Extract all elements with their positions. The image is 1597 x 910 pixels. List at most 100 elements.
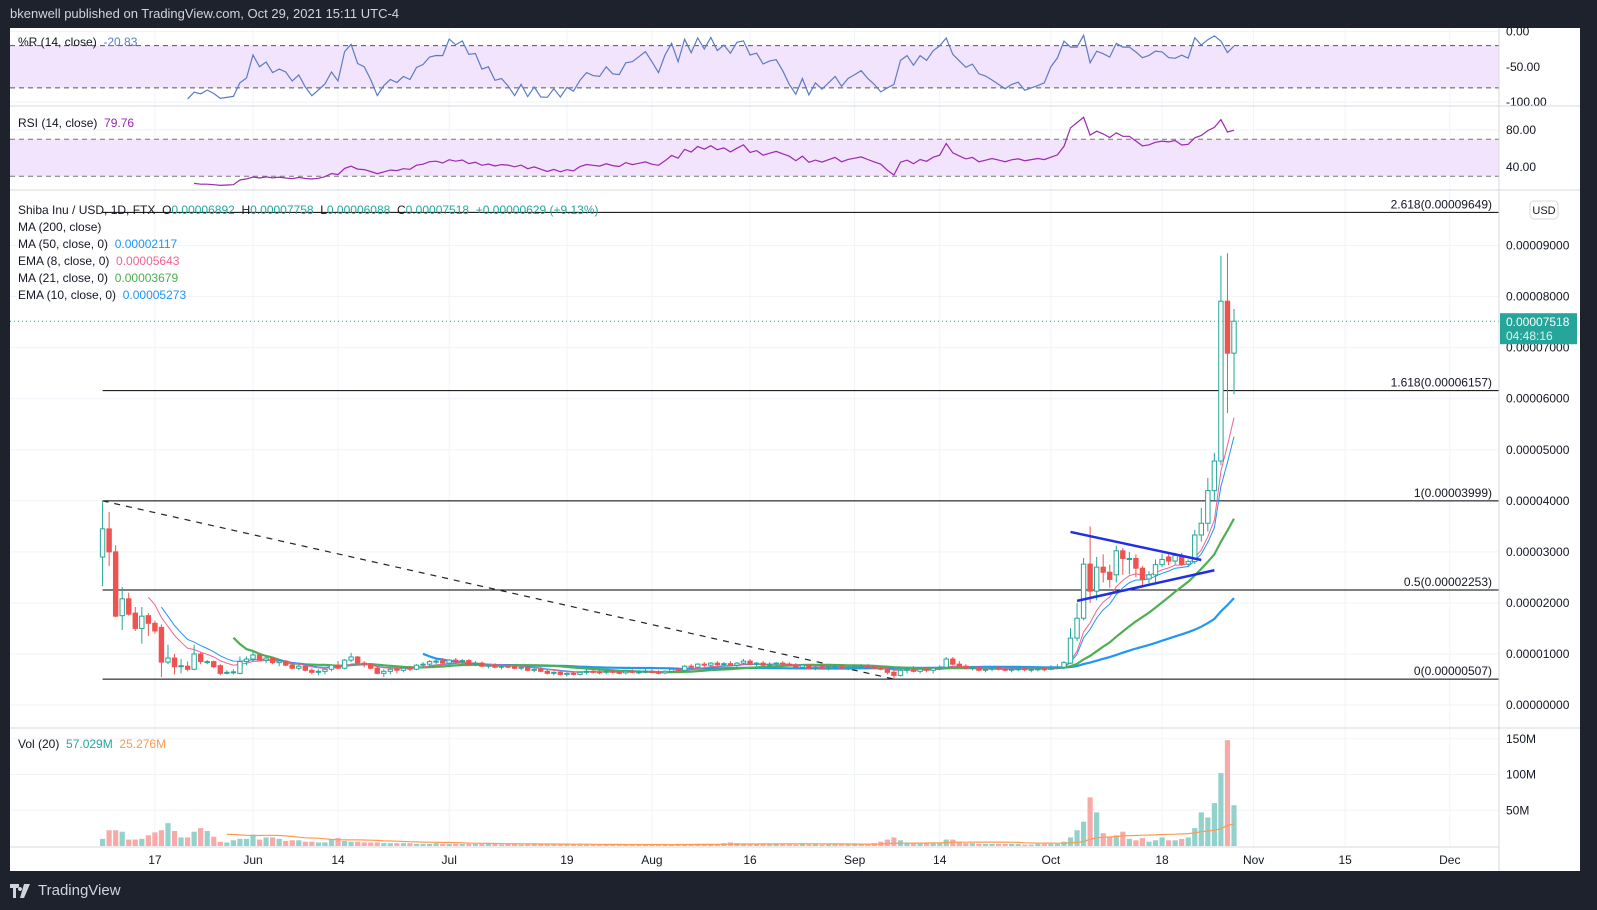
candle-body [629,670,636,673]
volume-bar [1107,837,1113,846]
candle-body [302,665,309,671]
volume-bar [1015,843,1021,846]
candle-body [1028,668,1034,671]
wr-legend[interactable]: %R (14, close) -20.83 [18,35,137,49]
time-tick-label: 14 [331,853,345,867]
chart-canvas[interactable]: 2.618(0.00009649) 1.618(0.00006157) 1(0.00… [0,0,1597,910]
candle-body [518,666,524,669]
candle-body [1067,637,1074,664]
volume-legend[interactable]: Vol (20) 57.029M 25.276M [18,737,166,751]
bar-countdown: 04:48:16 [1506,329,1553,343]
candle [217,664,224,676]
symbol-legend[interactable]: Shiba Inu / USD, 1D, FTX O0.00006892 H0.… [18,203,599,217]
candle-body [786,663,792,666]
volume-bar [296,840,302,846]
volume-bar [171,830,178,846]
ma21-legend[interactable]: MA (21, close, 0) 0.00003679 [18,271,178,285]
candle-body [995,667,1002,670]
time-tick-label: Jun [243,853,262,867]
fib-level-label: 1.618(0.00006157) [1391,376,1492,390]
candle-body [642,670,649,673]
fib-level-label: 0.5(0.00002253) [1404,575,1492,589]
candle-body [551,671,557,674]
volume-bar [1002,843,1008,846]
candle-body [413,664,420,670]
symbol-name: Shiba Inu / USD, 1D, FTX [18,203,156,217]
tradingview-logo[interactable]: TradingView [10,882,121,899]
volume-bar [250,834,256,846]
volume-bar [361,842,367,846]
candle-body [119,598,125,617]
candle-body [1015,668,1021,671]
volume-bar [557,844,563,846]
volume-bar [793,844,799,846]
candle-body [695,663,701,668]
volume-bar [884,839,890,846]
ma200-legend[interactable]: MA (200, close) [18,220,101,234]
candle-body [472,662,479,665]
candle-body [819,666,825,669]
time-tick-label: 17 [148,853,162,867]
volume-bar [1185,837,1191,846]
ema8-legend[interactable]: EMA (8, close, 0) 0.00005643 [18,254,179,268]
candle-body [309,669,315,673]
candle [976,666,982,672]
candle-body [250,654,256,660]
volume-bar [283,840,289,846]
volume-bar [217,841,223,846]
volume-bar [119,831,125,846]
time-tick-label: Sep [844,853,866,867]
volume-bar [1133,840,1139,846]
wr-band-fill [10,45,1499,88]
candle-body [446,659,452,664]
usd-button[interactable]: USD [1529,200,1559,220]
candle-body [570,672,577,675]
volume-bar [1120,831,1126,846]
candle-body [289,664,295,669]
volume-bar [99,838,106,846]
candle-body [335,664,341,669]
candle-body [544,670,550,674]
volume-bar [995,843,1002,846]
volume-bar [1028,844,1034,846]
candle [577,671,583,676]
candle-body [950,658,956,665]
candle-body [217,665,224,674]
candle-body [269,657,276,664]
volume-bar [1054,843,1061,846]
volume-bar [426,843,433,846]
brand-name: TradingView [38,882,121,899]
last-price: 0.00007518 [1506,315,1570,329]
candle-body [910,668,917,672]
open-value: 0.00006892 [171,203,235,217]
volume-bar [237,838,243,846]
volume-bar [126,839,132,846]
candle-body [211,661,217,668]
candle [557,671,564,676]
candle-body [675,668,681,671]
candle-body [1087,563,1093,592]
volume-bar [531,844,537,846]
volume-bar [1211,803,1217,846]
candle-body [1198,522,1204,536]
price-tick-label: 0.00008000 [1506,290,1570,304]
volume-bar [963,843,969,846]
ma50-label: MA (50, close, 0) [18,237,109,251]
candle [256,653,263,662]
candle-body [433,660,439,663]
rsi-tick-label: 40.00 [1506,160,1536,174]
tradingview-logo-icon [10,883,30,898]
candle-body [1048,667,1054,670]
candle-body [420,663,426,666]
volume-bar [211,836,217,846]
volume-bar [1224,740,1231,846]
candle-body [296,665,302,669]
volume-bar [165,823,171,846]
candle-body [466,660,472,665]
ma50-legend[interactable]: MA (50, close, 0) 0.00002117 [18,237,177,251]
fib-level-label: 2.618(0.00009649) [1391,197,1492,211]
ema10-legend[interactable]: EMA (10, close, 0) 0.00005273 [18,288,186,302]
rsi-legend[interactable]: RSI (14, close) 79.76 [18,116,134,130]
candle-body [1152,564,1159,576]
candle-body [943,658,949,668]
